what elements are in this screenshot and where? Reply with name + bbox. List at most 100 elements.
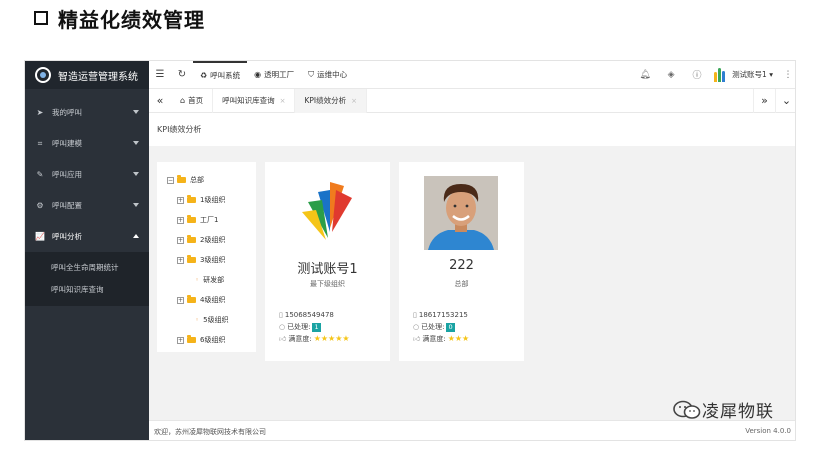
tabs-scroll-right-icon[interactable]: » [753,88,775,113]
employee-info: ▯ 18617153215 ○ 已处理: 0 👍︎ 满意度: ★★★ [413,309,469,345]
tree-node[interactable]: − 总部 [157,170,256,190]
line-chart-icon: 📈 [35,232,45,241]
sidebar-subitem-lifecycle-stats[interactable]: 呼叫全生命周期统计 [25,256,149,278]
tab-bar-right: » ⌄ [753,88,795,113]
wrench-icon: ✎ [36,170,44,179]
expand-icon[interactable]: + [177,216,184,224]
chevron-down-icon[interactable]: ⌄ [775,88,795,113]
phone-row: ▯ 15068549478 [279,309,350,321]
chat-bubble-icon: ○ [279,323,286,331]
shield-icon: ⛉ [308,69,315,79]
close-icon[interactable]: × [351,97,357,105]
top-link-label: 呼叫系统 [210,71,241,80]
top-link-ops-center[interactable]: ⛉ 运维中心 [301,61,354,89]
refresh-icon[interactable]: ↻ [171,69,193,80]
employee-org: 最下级组织 [310,280,345,288]
expand-icon[interactable]: + [177,256,184,264]
folder-icon [187,335,196,343]
app-window: 智造运营管理系统 ➤ 我的呼叫 ⌗ 呼叫建模 ✎ 呼叫应用 ⚙ 呼叫配置 📈 呼… [24,60,796,441]
employee-card[interactable]: 测试账号1 最下级组织 ▯ 15068549478 ○ 已处理: 1 👍︎ 满意度: ★★… [265,162,390,361]
home-icon: ⌂ [180,96,186,105]
sidebar-item-call-apps[interactable]: ✎ 呼叫应用 [25,159,149,190]
footer: 欢迎，苏州凌犀物联网技术有限公司 Version 4.0.0 [149,420,795,440]
sidebar-item-call-modeling[interactable]: ⌗ 呼叫建模 [25,128,149,159]
expand-icon[interactable]: + [177,336,184,344]
info-icon[interactable]: ⓘ [684,68,710,81]
tab-knowledge-query[interactable]: 呼叫知识库查询 × [213,88,296,113]
satisfaction-row: 👍︎ 满意度: ★★★★★ [279,333,350,345]
tree-node-label: 1级组织 [200,196,226,204]
tab-label: 首页 [188,96,204,105]
watermark-text: 凌犀物联 [702,402,774,422]
tab-kpi-analysis[interactable]: KPI绩效分析 × [295,88,367,113]
sidebar-item-label: 呼叫配置 [52,201,82,210]
folder-icon [187,235,196,243]
footer-text: 欢迎，苏州凌犀物联网技术有限公司 [154,427,266,436]
watermark: 凌犀物联 [672,397,774,422]
employee-photo [424,176,498,250]
processed-row: ○ 已处理: 0 [413,321,469,333]
chevron-up-icon [133,234,139,238]
processed-count-badge: 0 [446,322,455,332]
more-vertical-icon[interactable]: ⋮ [779,70,795,80]
expand-icon[interactable]: + [177,296,184,304]
sidebar-item-label: 呼叫建模 [52,139,82,148]
folder-icon [177,175,186,183]
tree-node-label: 总部 [190,176,204,184]
processed-count-badge: 1 [312,322,321,332]
top-link-label: 运维中心 [317,70,348,79]
tab-home[interactable]: ⌂ 首页 [171,88,214,113]
tree-node[interactable]: + 6级组织 [157,330,256,350]
tree-node-label: 6级组织 [200,336,226,344]
employee-org: 总部 [454,280,469,288]
tree-node-label: 3级组织 [200,256,226,264]
top-link-call-system[interactable]: ♻ 呼叫系统 [193,61,248,89]
globe-icon: ◉ [254,70,262,79]
collapse-icon[interactable]: − [167,176,174,184]
tree-node-label: 2级组织 [200,236,226,244]
tab-label: 呼叫知识库查询 [222,96,275,105]
sidebar-item-my-calls[interactable]: ➤ 我的呼叫 [25,97,149,128]
user-menu[interactable]: 测试账号1 ▾ [732,69,773,80]
folder-icon [187,195,196,203]
tabs-scroll-left-icon[interactable]: « [149,94,171,107]
tree-node[interactable]: ◦ 研发部 [157,270,256,290]
page-title: KPI绩效分析 [149,113,795,146]
folder-icon [187,215,196,223]
tab-label: KPI绩效分析 [304,96,347,105]
sidebar-subitem-knowledge-query[interactable]: 呼叫知识库查询 [25,278,149,300]
tree-node-label: 研发部 [203,276,225,284]
folder-icon [187,295,196,303]
top-bar: ☰ ↻ ♻ 呼叫系统 ◉ 透明工厂 ⛉ 运维中心 🔔︎ ◈ ⓘ 测试账号1 ▾ … [149,61,795,89]
tag-icon[interactable]: ◈ [658,70,684,80]
thumbs-up-icon: 👍︎ [413,335,421,343]
menu-toggle-icon[interactable]: ☰ [149,69,171,80]
tree-node[interactable]: + 4级组织 [157,290,256,310]
tree-node[interactable]: + 1级组织 [157,190,256,210]
brand-logo-icon [35,67,51,83]
bell-icon[interactable]: 🔔︎ [632,70,658,80]
tree-node[interactable]: + 2级组织 [157,230,256,250]
close-icon[interactable]: × [280,97,286,105]
brand[interactable]: 智造运营管理系统 [25,61,149,89]
top-bar-right: 🔔︎ ◈ ⓘ 测试账号1 ▾ ⋮ [632,61,795,89]
recycle-icon: ♻ [200,71,208,80]
tree-node[interactable]: + 工厂1 [157,210,256,230]
leaf-icon: ◦ [195,276,200,284]
sidebar-item-call-config[interactable]: ⚙ 呼叫配置 [25,190,149,221]
tree-node[interactable]: ◦ 5级组织 [157,310,256,330]
sidebar-item-call-analysis[interactable]: 📈 呼叫分析 [25,221,149,252]
employee-card[interactable]: 222 总部 ▯ 18617153215 ○ 已处理: 0 👍︎ 满意度: ★★★ [399,162,524,361]
top-link-label: 透明工厂 [264,70,295,79]
expand-icon[interactable]: + [177,196,184,204]
expand-icon[interactable]: + [177,236,184,244]
checkbox-square-icon [34,11,48,25]
phone-icon: ▯ [413,311,417,319]
paper-plane-icon: ➤ [36,108,44,117]
top-link-transparent-factory[interactable]: ◉ 透明工厂 [247,61,301,89]
phone-number: 18617153215 [418,311,468,319]
tree-node[interactable]: + 3级组织 [157,250,256,270]
user-avatar[interactable] [714,67,726,82]
leaf-icon: ◦ [195,316,200,324]
network-icon: ⌗ [37,138,43,148]
